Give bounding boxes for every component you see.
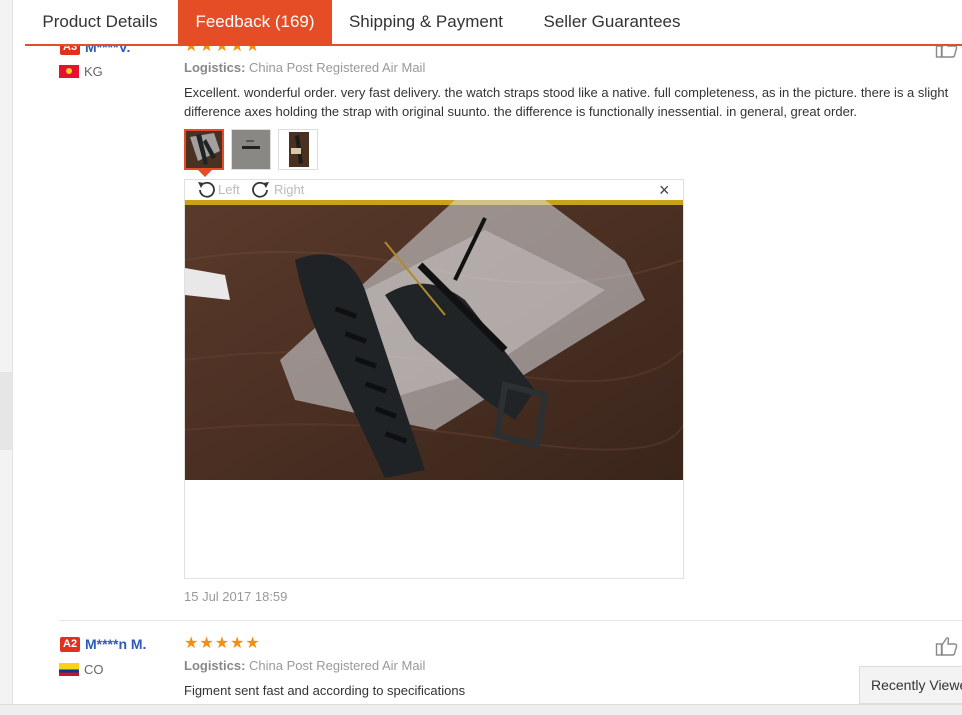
co-flag-icon (59, 663, 79, 676)
rotate-left-icon[interactable] (196, 180, 216, 200)
review-photo-thumbnail[interactable] (184, 129, 224, 170)
logistics-label: Logistics: (184, 60, 246, 75)
photo-viewer: Left Right × (184, 179, 684, 579)
bottom-bar (0, 704, 962, 715)
star-rating: ★★★★★ (184, 635, 261, 652)
photo-thumbnail-image (186, 131, 222, 168)
close-icon[interactable]: × (659, 180, 670, 201)
photo-thumbnail-image (279, 130, 317, 169)
buyer-country: KG (59, 64, 103, 79)
buyer-name[interactable]: M****n M. (85, 636, 146, 652)
logistics-value: China Post Registered Air Mail (249, 60, 426, 75)
tab-shipping-payment[interactable]: Shipping & Payment (337, 0, 515, 44)
country-code: KG (84, 64, 103, 79)
tab-product-details[interactable]: Product Details (25, 0, 175, 44)
product-tabs: Product Details Feedback (169) Shipping … (25, 0, 962, 46)
rotate-right-label[interactable]: Right (274, 182, 304, 197)
logistics-info: Logistics: China Post Registered Air Mai… (184, 60, 425, 75)
buyer-country: CO (59, 662, 104, 677)
review-date: 15 Jul 2017 18:59 (184, 589, 288, 604)
recently-viewed-button[interactable]: Recently Viewed (859, 666, 962, 704)
review-photo-thumbnail[interactable] (231, 129, 271, 170)
logistics-label: Logistics: (184, 658, 246, 673)
rotate-left-label[interactable]: Left (218, 182, 240, 197)
review-text: Figment sent fast and according to speci… (184, 683, 466, 698)
tab-feedback[interactable]: Feedback (169) (178, 0, 332, 44)
logistics-value: China Post Registered Air Mail (249, 658, 426, 673)
review-photo-thumbnail[interactable] (278, 129, 318, 170)
kg-flag-icon (59, 65, 79, 78)
left-scroll-strip (0, 0, 13, 714)
review-divider (59, 620, 962, 621)
left-strip-block (0, 372, 12, 450)
photo-thumbnail-image (232, 130, 270, 169)
logistics-info: Logistics: China Post Registered Air Mai… (184, 658, 425, 673)
country-code: CO (84, 662, 104, 677)
rotate-right-icon[interactable] (251, 180, 271, 200)
selected-thumbnail-pointer-icon (198, 170, 212, 177)
review-text: Excellent. wonderful order. very fast de… (184, 85, 949, 119)
review-photo-large (185, 200, 683, 480)
tab-seller-guarantees[interactable]: Seller Guarantees (531, 0, 693, 44)
buyer-level-badge: A2 (60, 637, 81, 652)
thumbs-up-icon[interactable] (935, 636, 959, 656)
